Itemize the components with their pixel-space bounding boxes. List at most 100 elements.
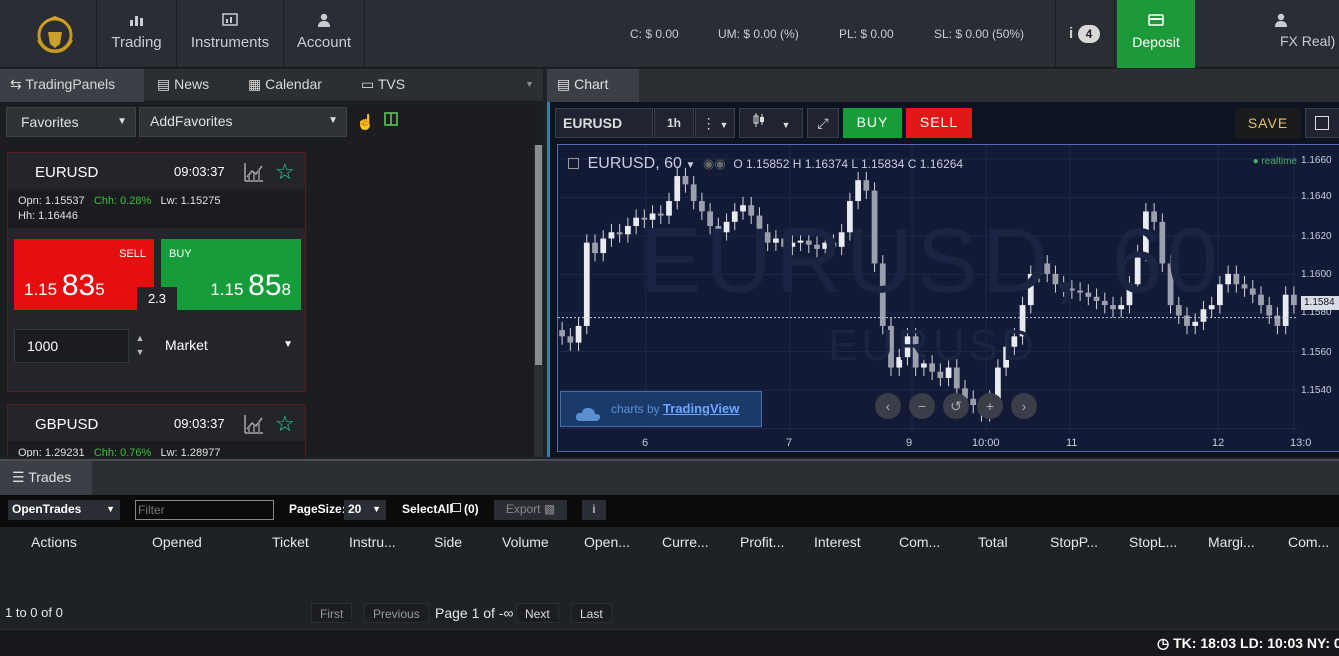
card-high: Hh: 1.16446 — [18, 210, 78, 222]
column-header[interactable]: Actions — [31, 534, 77, 550]
select-all-checkbox[interactable] — [452, 503, 461, 512]
quantity-stepper[interactable]: ▲ ▼ — [133, 331, 147, 363]
column-header[interactable]: Curre... — [662, 534, 709, 550]
stat-used-margin: UM: $ 0.00 (%) — [718, 27, 799, 41]
hand-pointer-icon[interactable]: ☝ — [356, 113, 375, 131]
tab-chart[interactable]: ▤ Chart — [547, 69, 639, 102]
pager-previous-button[interactable]: Previous — [364, 603, 429, 623]
tab-calendar[interactable]: ▦ Calendar — [248, 69, 322, 102]
pager-last-button[interactable]: Last — [571, 603, 612, 623]
nav-trading[interactable]: Trading — [96, 0, 176, 68]
favorite-star-icon[interactable]: ☆ — [275, 159, 295, 185]
deposit-button[interactable]: Deposit — [1117, 0, 1195, 68]
column-header[interactable]: StopP... — [1050, 534, 1098, 550]
column-header[interactable]: Instru... — [349, 534, 396, 550]
reset-zoom-button[interactable]: ↺ — [943, 393, 969, 419]
quantity-input[interactable]: 1000 — [14, 329, 129, 363]
clock-icon: ◷ — [1157, 635, 1170, 651]
column-header[interactable]: Com... — [1288, 534, 1329, 550]
column-header[interactable]: Open... — [584, 534, 630, 550]
nav-account[interactable]: Account — [283, 0, 365, 68]
column-header[interactable]: Com... — [899, 534, 940, 550]
favorites-select[interactable]: Favorites ▼ — [6, 107, 136, 137]
column-header[interactable]: Margi... — [1208, 534, 1255, 550]
candle-body — [1225, 273, 1231, 285]
nav-account-label: Account — [296, 34, 352, 51]
trades-filter-select[interactable]: OpenTrades ▼ — [8, 500, 120, 520]
notifications-button[interactable]: i 4 — [1055, 0, 1115, 68]
tab-tradingpanels[interactable]: ⇆ TradingPanels — [0, 69, 144, 102]
collapse-icon[interactable] — [568, 158, 579, 169]
pager-first-button[interactable]: First — [311, 603, 353, 623]
candle-body — [608, 232, 615, 239]
column-header[interactable]: Volume — [502, 534, 549, 550]
market-clock: ◷ TK: 18:03 LD: 10:03 NY: 05 — [1157, 635, 1339, 652]
buy-price-button[interactable]: BUY 1.15 858 — [161, 239, 301, 310]
scrollbar-thumb[interactable] — [535, 145, 542, 365]
trades-info-button[interactable]: i — [582, 500, 606, 520]
chart-sell-button[interactable]: SELL — [906, 108, 972, 138]
tab-chart-label: Chart — [574, 76, 609, 92]
symbol-search[interactable]: EURUSD — [555, 108, 653, 138]
collapse-caret-icon[interactable]: ▼ — [525, 69, 534, 102]
chevron-down-icon: ▼ — [328, 115, 338, 126]
panel-layout-icon[interactable] — [384, 112, 398, 130]
fullscreen-button[interactable]: ⤢ — [807, 108, 839, 138]
scroll-left-button[interactable]: ‹ — [875, 393, 901, 419]
layout-button[interactable] — [1305, 108, 1339, 138]
pager-next-button[interactable]: Next — [516, 603, 559, 623]
interval-dropdown[interactable]: ⋮ ▼ — [695, 108, 735, 138]
tradingview-credit[interactable]: charts by TradingView — [560, 391, 762, 427]
x-tick: 9 — [906, 437, 913, 449]
tradingview-link[interactable]: TradingView — [663, 401, 739, 416]
add-favorites-value: AddFavorites — [150, 113, 233, 129]
notification-count-badge: 4 — [1078, 25, 1100, 43]
candle-body — [592, 242, 598, 254]
order-type-select[interactable]: Market ▼ — [156, 329, 301, 363]
zoom-in-button[interactable]: + — [977, 393, 1003, 419]
x-tick: 11 — [1066, 437, 1078, 449]
deposit-label: Deposit — [1132, 34, 1180, 50]
account-menu[interactable]: FX Real) — [1262, 0, 1339, 68]
chart-buy-button[interactable]: BUY — [843, 108, 902, 138]
trades-filter-input[interactable]: Filter — [135, 500, 274, 520]
tab-trades-label: Trades — [28, 469, 72, 485]
price-chart[interactable]: EURUSD, 60 EURUSD EURUSD, 60 ▼ ◉◉ O 1.15… — [557, 144, 1339, 452]
export-button[interactable]: Export ▩ — [494, 500, 567, 520]
favorite-star-icon[interactable]: ☆ — [275, 411, 295, 437]
sell-price: 1.15 835 — [24, 269, 105, 302]
left-scrollbar[interactable] — [534, 145, 543, 457]
stat-profit-loss: PL: $ 0.00 — [839, 27, 894, 41]
tab-tvs[interactable]: ▭ TVS — [361, 69, 405, 102]
tab-news[interactable]: ▤ News — [157, 69, 209, 102]
scroll-right-button[interactable]: › — [1011, 393, 1037, 419]
mini-chart-icon[interactable] — [243, 161, 265, 183]
candle-body — [625, 226, 631, 235]
sell-price-button[interactable]: SELL 1.15 835 — [14, 239, 154, 310]
tab-tradingpanels-label: TradingPanels — [25, 76, 116, 92]
symbol-watermark-secondary: EURUSD — [828, 321, 1038, 370]
mini-chart-icon[interactable] — [243, 413, 265, 435]
brand-logo[interactable] — [30, 8, 80, 58]
column-header[interactable]: Ticket — [272, 534, 309, 550]
instrument-card-eurusd: EURUSD 09:03:37 ☆ Opn: 1.15537 Chh: 0.28… — [7, 152, 306, 392]
chevron-down-icon[interactable]: ▼ — [136, 347, 145, 357]
column-header[interactable]: Interest — [814, 534, 861, 550]
chart-save-button[interactable]: SAVE — [1235, 108, 1301, 138]
eye-icon[interactable]: ◉◉ — [703, 156, 726, 171]
zoom-out-button[interactable]: − — [909, 393, 935, 419]
add-favorites-select[interactable]: AddFavorites ▼ — [139, 107, 347, 137]
column-header[interactable]: Total — [978, 534, 1008, 550]
page-size-select[interactable]: 20 ▼ — [344, 500, 386, 520]
interval-select[interactable]: 1h — [654, 108, 694, 138]
column-header[interactable]: StopL... — [1129, 534, 1177, 550]
column-header[interactable]: Profit... — [740, 534, 784, 550]
column-header[interactable]: Side — [434, 534, 462, 550]
chart-style-select[interactable]: ▼ — [739, 108, 803, 138]
nav-instruments[interactable]: Instruments — [176, 0, 283, 68]
chevron-down-icon[interactable]: ▼ — [686, 160, 696, 171]
column-header[interactable]: Opened — [152, 534, 202, 550]
tab-trades[interactable]: ☰ Trades — [0, 461, 92, 495]
chevron-up-icon[interactable]: ▲ — [136, 333, 145, 343]
candle-body — [1233, 273, 1240, 285]
